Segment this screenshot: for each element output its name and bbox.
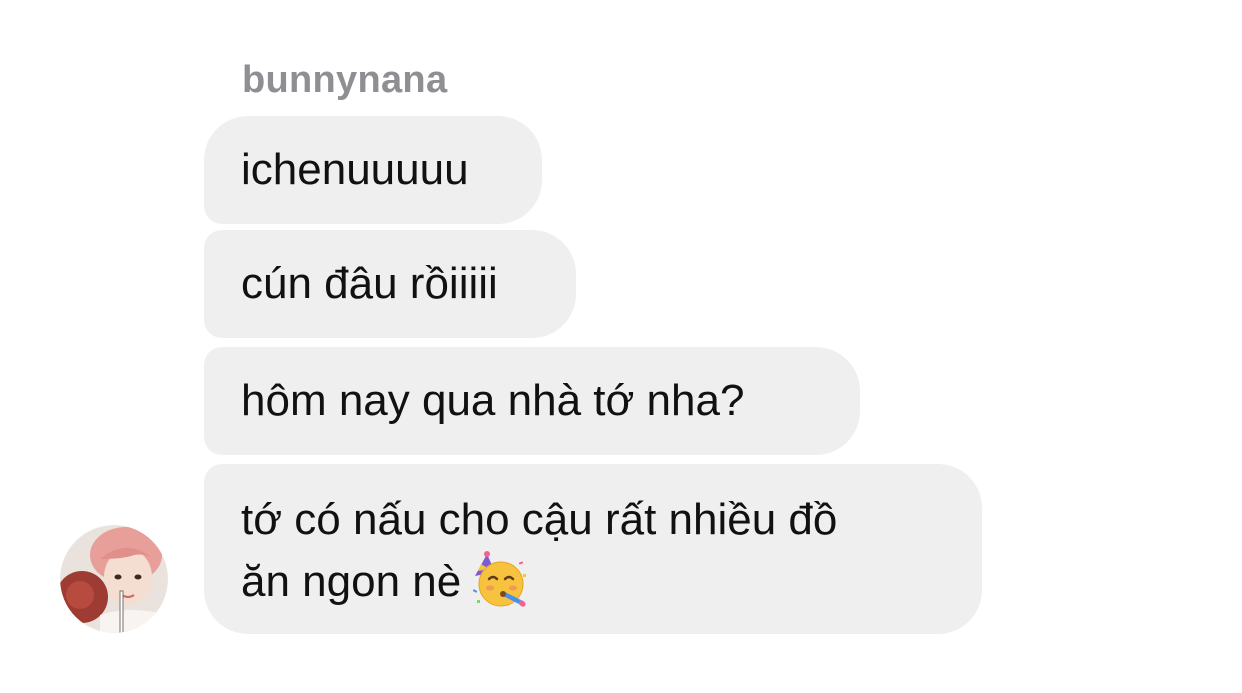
sender-avatar[interactable]	[60, 525, 168, 633]
message-bubble[interactable]: tớ có nấu cho cậu rất nhiều đồ ăn ngon n…	[204, 464, 982, 634]
message-text: ichenuuuuu	[241, 145, 469, 194]
message-bubble[interactable]: ichenuuuuu	[204, 116, 542, 224]
message-text: ăn ngon nè	[241, 557, 462, 606]
message-text: cún đâu rồiiiii	[241, 259, 498, 308]
message-text-line: ăn ngon nè	[241, 551, 945, 613]
partying-face-emoji-icon	[472, 551, 527, 608]
chat-thread: bunnynana ichenuuuuu cún đâu rồiiiii hôm…	[0, 0, 1242, 693]
sender-name[interactable]: bunnynana	[242, 58, 447, 102]
message-text-line: tớ có nấu cho cậu rất nhiều đồ	[241, 495, 838, 544]
message-bubble[interactable]: hôm nay qua nhà tớ nha?	[204, 347, 860, 455]
message-text: hôm nay qua nhà tớ nha?	[241, 376, 745, 425]
message-bubble[interactable]: cún đâu rồiiiii	[204, 230, 576, 338]
profile-photo-avatar-icon	[60, 525, 168, 633]
